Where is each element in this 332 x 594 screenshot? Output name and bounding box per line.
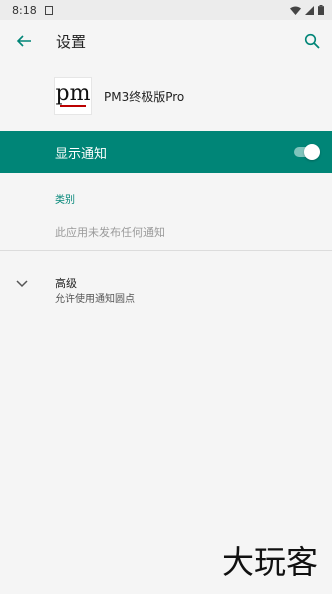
signal-icon xyxy=(305,5,314,15)
status-time: 8:18 xyxy=(12,3,37,17)
advanced-settings-row[interactable]: 高级 允许使用通知圆点 xyxy=(0,262,332,312)
page-title: 设置 xyxy=(56,32,87,51)
status-icons xyxy=(290,5,324,15)
advanced-title: 高级 xyxy=(55,277,77,290)
battery-icon xyxy=(318,5,324,15)
divider xyxy=(0,250,332,251)
toggle-thumb xyxy=(304,144,320,160)
show-notifications-label: 显示通知 xyxy=(55,146,108,162)
category-header: 类别 xyxy=(55,195,75,206)
wifi-icon xyxy=(290,6,301,15)
no-notifications-text: 此应用未发布任何通知 xyxy=(55,226,165,239)
search-button[interactable] xyxy=(292,21,332,61)
search-icon xyxy=(304,33,320,49)
app-header: pm PM3终极版Pro xyxy=(0,62,332,130)
show-notifications-switch-bar[interactable]: 显示通知 xyxy=(0,131,332,173)
notification-icon xyxy=(44,5,53,15)
status-bar: 8:18 xyxy=(0,0,332,20)
app-icon-label: pm xyxy=(55,81,91,106)
toolbar: 设置 xyxy=(0,20,332,62)
advanced-summary: 允许使用通知圆点 xyxy=(55,294,135,305)
arrow-back-icon xyxy=(16,35,31,47)
watermark: 大玩客 xyxy=(222,543,319,581)
show-notifications-toggle[interactable] xyxy=(294,144,320,160)
app-icon: pm xyxy=(55,78,91,114)
back-button[interactable] xyxy=(4,21,44,61)
app-icon-underline xyxy=(60,105,86,107)
app-name: PM3终极版Pro xyxy=(104,89,185,104)
chevron-down-icon xyxy=(16,280,28,288)
